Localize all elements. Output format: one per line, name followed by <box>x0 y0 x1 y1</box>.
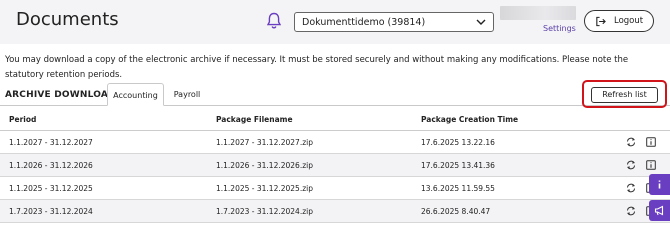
refresh-icon[interactable] <box>626 160 636 170</box>
refresh-list-button[interactable]: Refresh list <box>591 87 658 103</box>
row-filename: 1.7.2023 - 31.12.2024.zip <box>216 207 313 216</box>
table-header: Period Package Filename Package Creation… <box>0 106 670 131</box>
archive-table: Period Package Filename Package Creation… <box>0 106 670 223</box>
table-row: 1.1.2025 - 31.12.2025 1.1.2025 - 31.12.2… <box>0 177 670 200</box>
row-creation-time: 26.6.2025 8.40.47 <box>421 207 491 216</box>
app-header: Documents Dokumenttidemo (39814) Setting… <box>0 0 670 44</box>
refresh-icon[interactable] <box>626 206 636 216</box>
tab-accounting[interactable]: Accounting <box>107 83 164 106</box>
archive-notice: You may download a copy of the electroni… <box>5 55 629 80</box>
table-row: 1.1.2027 - 31.12.2027 1.1.2027 - 31.12.2… <box>0 131 670 154</box>
table-row: 1.1.2026 - 31.12.2026 1.1.2026 - 31.12.2… <box>0 154 670 177</box>
row-period: 1.1.2026 - 31.12.2026 <box>9 161 93 170</box>
row-creation-time: 13.6.2025 11.59.55 <box>421 184 495 193</box>
logout-icon <box>596 16 606 27</box>
page-title: Documents <box>16 9 119 30</box>
user-name-redacted <box>500 6 576 20</box>
refresh-icon[interactable] <box>626 137 636 147</box>
megaphone-icon <box>654 205 664 216</box>
bell-icon[interactable] <box>266 12 282 30</box>
settings-link[interactable]: Settings <box>543 24 576 33</box>
tab-payroll[interactable]: Payroll <box>168 83 206 106</box>
row-creation-time: 17.6.2025 13.41.36 <box>421 161 495 170</box>
row-period: 1.1.2025 - 31.12.2025 <box>9 184 93 193</box>
archive-download-heading: ARCHIVE DOWNLOAD <box>5 90 116 100</box>
company-select-value: Dokumenttidemo (39814) <box>302 17 426 28</box>
feedback-button[interactable] <box>649 200 670 221</box>
info-icon <box>658 180 661 189</box>
chevron-down-icon <box>476 19 486 25</box>
logout-label: Logout <box>614 16 644 26</box>
company-select[interactable]: Dokumenttidemo (39814) <box>294 12 494 32</box>
row-filename: 1.1.2025 - 31.12.2025.zip <box>216 184 313 193</box>
refresh-icon[interactable] <box>626 183 636 193</box>
table-row: 1.7.2023 - 31.12.2024 1.7.2023 - 31.12.2… <box>0 200 670 223</box>
column-header-creation-time: Package Creation Time <box>421 115 519 124</box>
row-filename: 1.1.2027 - 31.12.2027.zip <box>216 138 313 147</box>
column-header-filename: Package Filename <box>216 115 293 124</box>
info-icon[interactable] <box>646 160 656 170</box>
row-period: 1.7.2023 - 31.12.2024 <box>9 207 93 216</box>
row-creation-time: 17.6.2025 13.22.16 <box>421 138 495 147</box>
row-period: 1.1.2027 - 31.12.2027 <box>9 138 93 147</box>
help-info-button[interactable] <box>649 174 670 195</box>
logout-button[interactable]: Logout <box>584 10 654 32</box>
info-icon[interactable] <box>646 137 656 147</box>
row-filename: 1.1.2026 - 31.12.2026.zip <box>216 161 313 170</box>
column-header-period: Period <box>9 115 37 124</box>
